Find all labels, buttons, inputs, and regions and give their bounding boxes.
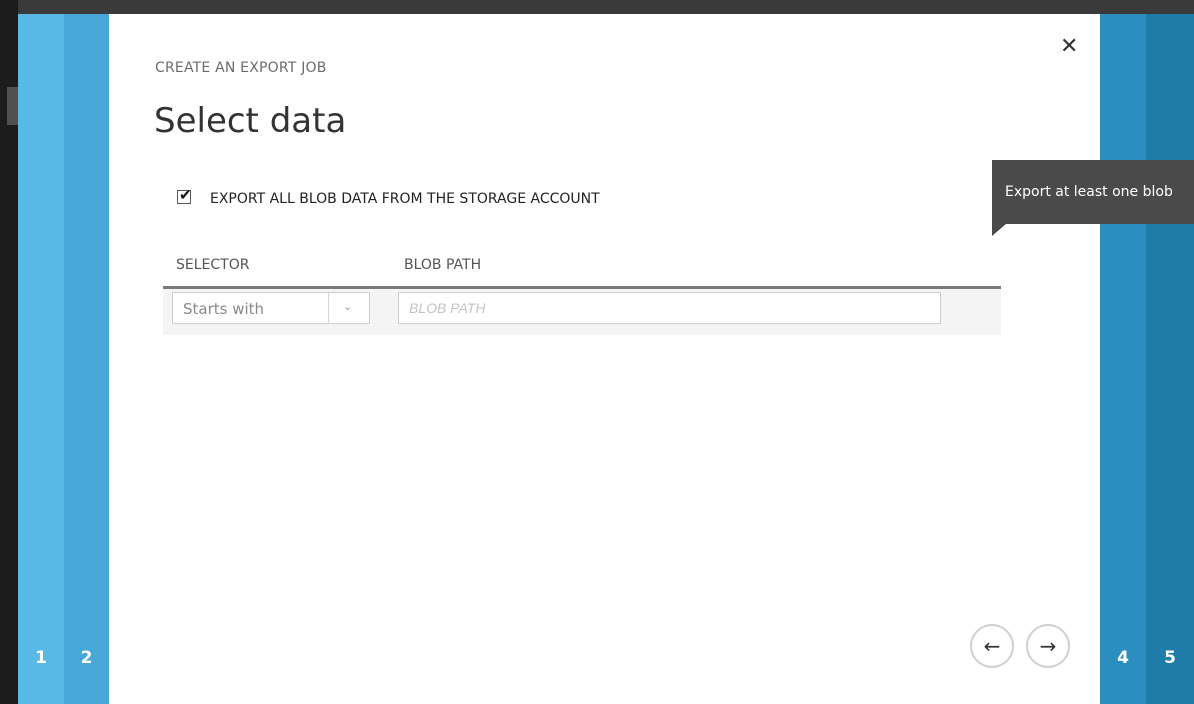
background-app-edge — [0, 0, 18, 704]
close-icon[interactable]: ✕ — [1060, 36, 1078, 58]
step-number: 5 — [1164, 648, 1176, 668]
top-bar — [0, 0, 1194, 14]
next-button[interactable]: → — [1026, 624, 1070, 668]
blob-path-input[interactable] — [398, 292, 941, 324]
step-number: 2 — [80, 648, 93, 668]
selector-value: Starts with — [183, 300, 265, 318]
tooltip-text: Export at least one blob — [1005, 184, 1173, 200]
page-title: Select data — [154, 101, 347, 141]
selector-dropdown[interactable]: Starts with ⌄ — [172, 292, 370, 324]
background-app-element — [7, 87, 18, 125]
column-header-blob-path: BLOB PATH — [404, 257, 482, 273]
wizard-step-2[interactable]: 2 — [64, 14, 109, 704]
wizard-step-1[interactable]: 1 — [18, 14, 64, 704]
column-header-selector: SELECTOR — [176, 257, 250, 273]
step-number: 1 — [35, 648, 47, 668]
arrow-right-icon: → — [1039, 634, 1057, 658]
dropdown-divider — [328, 293, 329, 323]
wizard-step-4[interactable]: 4 — [1100, 14, 1146, 704]
export-all-label[interactable]: EXPORT ALL BLOB DATA FROM THE STORAGE AC… — [210, 191, 600, 207]
checkmark-icon: ✔ — [179, 186, 192, 204]
tooltip-pointer — [992, 224, 1006, 236]
wizard-step-5[interactable]: 5 — [1146, 14, 1194, 704]
dialog-subtitle: CREATE AN EXPORT JOB — [155, 60, 327, 76]
chevron-down-icon[interactable]: ⌄ — [343, 300, 352, 313]
validation-tooltip: Export at least one blob — [992, 160, 1194, 236]
step-number: 4 — [1117, 648, 1129, 668]
previous-button[interactable]: ← — [970, 624, 1014, 668]
export-all-checkbox[interactable]: ✔ — [177, 186, 192, 204]
arrow-left-icon: ← — [983, 634, 1001, 658]
